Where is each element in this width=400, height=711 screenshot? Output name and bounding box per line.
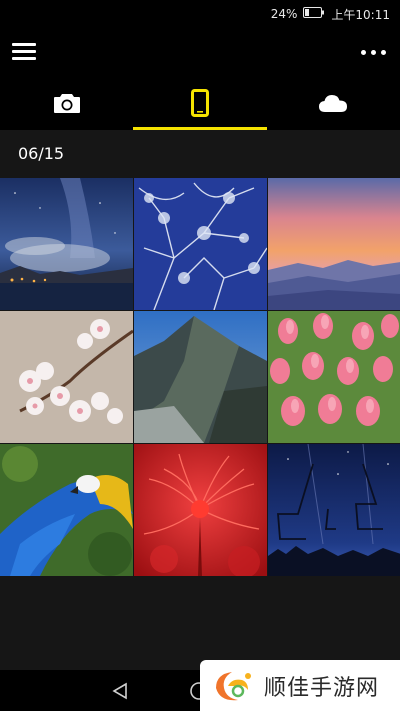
photo-thumbnail-sunset-mountains[interactable] bbox=[268, 178, 400, 310]
back-triangle-icon[interactable] bbox=[111, 682, 129, 700]
photo-thumbnail-rocky-mountain[interactable] bbox=[134, 311, 267, 443]
tab-camera[interactable] bbox=[0, 76, 133, 130]
cloud-icon bbox=[319, 95, 348, 112]
photo-grid bbox=[0, 178, 400, 576]
hamburger-menu-icon[interactable] bbox=[12, 43, 36, 61]
watermark-text: 顺佳手游网 bbox=[264, 675, 380, 701]
photo-thumbnail-cherry-blossoms[interactable] bbox=[0, 311, 133, 443]
gallery: 06/15 bbox=[0, 130, 400, 670]
photo-thumbnail-chairlift[interactable] bbox=[268, 444, 400, 576]
tab-cloud[interactable] bbox=[267, 76, 400, 130]
photo-thumbnail-frosted-trees[interactable] bbox=[134, 178, 267, 310]
photo-thumbnail-milky-way[interactable] bbox=[0, 178, 133, 310]
watermark: 顺佳手游网 bbox=[200, 660, 400, 711]
app-bar bbox=[0, 28, 400, 76]
phone-icon bbox=[190, 89, 209, 117]
battery-icon bbox=[303, 7, 325, 21]
date-header: 06/15 bbox=[18, 143, 65, 163]
tab-phone[interactable] bbox=[133, 76, 267, 130]
battery-percent: 24% bbox=[270, 7, 298, 21]
source-tabs bbox=[0, 76, 400, 130]
watermark-logo-icon bbox=[216, 671, 251, 700]
more-dots-icon[interactable] bbox=[359, 44, 388, 61]
photo-thumbnail-macaw[interactable] bbox=[0, 444, 133, 576]
camera-icon bbox=[53, 94, 80, 113]
status-bar: 24% 上午10:11 bbox=[0, 0, 400, 28]
clock: 上午10:11 bbox=[331, 7, 390, 22]
photo-thumbnail-tulips[interactable] bbox=[268, 311, 400, 443]
photo-thumbnail-red-lily[interactable] bbox=[134, 444, 267, 576]
